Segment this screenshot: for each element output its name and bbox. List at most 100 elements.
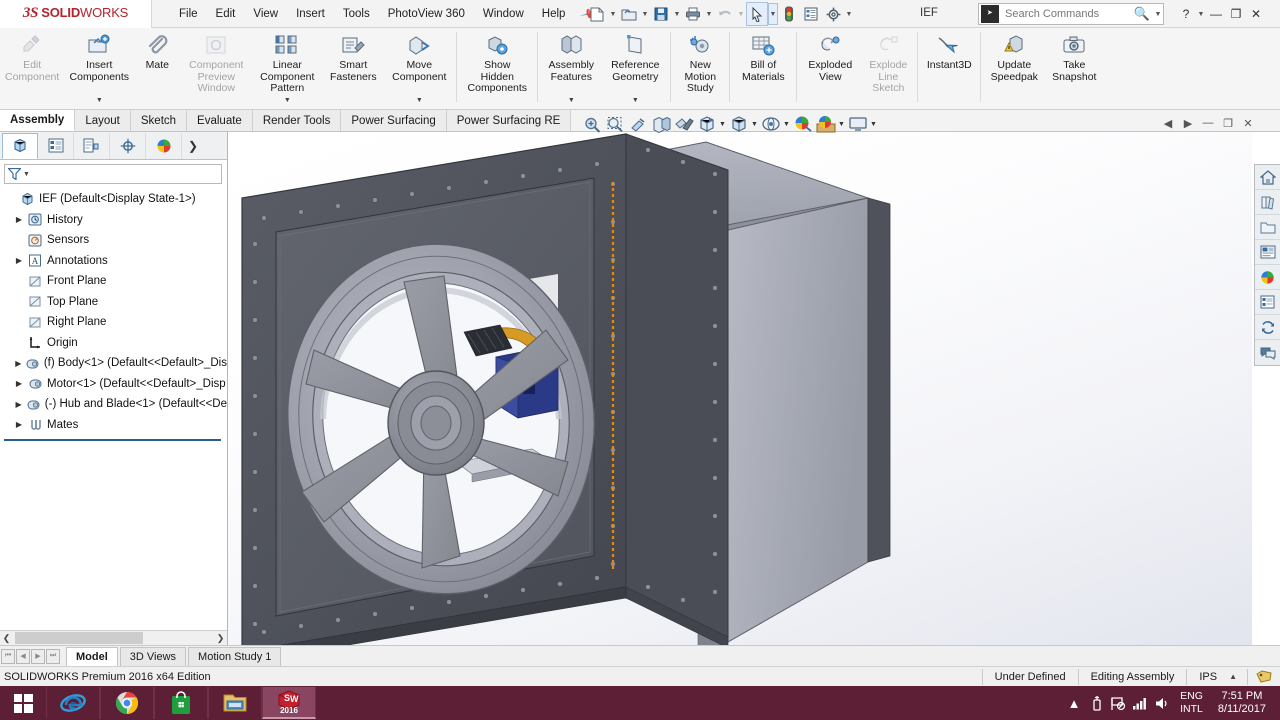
search-caret-icon[interactable]: ▼ (1153, 11, 1163, 18)
print-caret-icon[interactable]: ▼ (704, 11, 714, 18)
restore-icon[interactable]: ❐ (1218, 113, 1238, 133)
tree-item-sensors[interactable]: Sensors (2, 230, 227, 251)
usb-icon[interactable] (1085, 686, 1107, 720)
restore-icon[interactable]: ❐ (1226, 1, 1246, 27)
scroll-track[interactable] (13, 632, 214, 644)
assembly-features-caret-icon[interactable]: ▼ (568, 97, 575, 104)
component-preview-window-button[interactable]: Component Preview Window (180, 28, 252, 108)
tree-item-front-plane[interactable]: Front Plane (2, 271, 227, 292)
menu-file[interactable]: File (170, 4, 207, 24)
last-tab-button[interactable]: ⏭ (46, 648, 60, 664)
menu-help[interactable]: Help (533, 4, 575, 24)
chrome-icon[interactable] (100, 687, 154, 719)
linear-component-pattern-button[interactable]: Linear Component Pattern ▼ (252, 28, 322, 108)
insert-components-button[interactable]: Insert Components ▼ (64, 28, 134, 108)
tree-item-annotations[interactable]: ▶ A Annotations (2, 251, 227, 272)
minimize-icon[interactable]: — (1198, 113, 1218, 133)
tile-right-icon[interactable]: ▶ (1178, 113, 1198, 133)
update-speedpak-button[interactable]: Update Speedpak (983, 28, 1045, 108)
take-snapshot-button[interactable]: Take Snapshot (1045, 28, 1103, 108)
menu-window[interactable]: Window (474, 4, 533, 24)
save-caret-icon[interactable]: ▼ (672, 11, 682, 18)
view-settings-icon[interactable] (759, 113, 782, 135)
display-style-caret-icon[interactable]: ▼ (718, 121, 727, 128)
tab-power-surfacing-re[interactable]: Power Surfacing RE (446, 110, 572, 131)
new-file-icon[interactable] (586, 2, 608, 26)
reference-geometry-caret-icon[interactable]: ▼ (632, 97, 639, 104)
edit-component-button[interactable]: Edit Component (0, 28, 64, 108)
language-indicator[interactable]: ENG INTL (1173, 690, 1210, 716)
folder-icon[interactable] (1255, 215, 1280, 240)
tree-rollback-bar[interactable] (4, 439, 221, 441)
expand-toggle[interactable]: ▶ (12, 379, 26, 388)
zoom-fit-icon[interactable] (580, 113, 603, 135)
expand-toggle[interactable]: ▶ (12, 256, 26, 265)
help-caret-icon[interactable]: ▼ (1196, 11, 1206, 18)
tab-assembly[interactable]: Assembly (0, 110, 76, 131)
tree-item-history[interactable]: ▶ History (2, 210, 227, 231)
custom-properties-icon[interactable] (1255, 290, 1280, 315)
select-caret-icon[interactable]: ▼ (768, 3, 778, 25)
tab-evaluate[interactable]: Evaluate (187, 110, 253, 131)
open-folder-icon[interactable] (618, 2, 640, 26)
menu-edit[interactable]: Edit (207, 4, 245, 24)
filter-caret-icon[interactable]: ▼ (23, 171, 30, 178)
windows-start-icon[interactable] (0, 686, 46, 720)
appearance-sphere-icon[interactable] (1255, 265, 1280, 290)
expand-toggle[interactable]: ▶ (12, 215, 26, 224)
feature-tree-filter[interactable]: ▼ (4, 164, 222, 184)
search-commands-box[interactable]: ➤ Search Commands 🔍 ▼ (978, 3, 1164, 25)
undo-caret-icon[interactable]: ▼ (736, 11, 746, 18)
expand-toggle[interactable]: ▶ (12, 400, 25, 409)
apply-scene-caret-icon[interactable]: ▼ (837, 121, 846, 128)
dimxpert-target-icon[interactable] (110, 132, 146, 159)
flag-icon[interactable] (1107, 686, 1129, 720)
insert-components-caret-icon[interactable]: ▼ (96, 97, 103, 104)
search-input[interactable]: Search Commands (1005, 8, 1134, 20)
chat-bubbles-icon[interactable] (1255, 340, 1280, 365)
ie-icon[interactable]: e (46, 687, 100, 719)
assembly-features-button[interactable]: Assembly Features ▼ (540, 28, 602, 108)
tab-motion-study-1[interactable]: Motion Study 1 (188, 646, 282, 666)
design-library-books-icon[interactable] (1255, 190, 1280, 215)
gear-icon[interactable] (822, 2, 844, 26)
tree-item-origin[interactable]: Origin (2, 333, 227, 354)
help-button[interactable]: ? (1176, 1, 1196, 27)
minimize-icon[interactable]: — (1206, 1, 1226, 27)
display-style-cube-icon[interactable] (695, 113, 718, 135)
tab-render-tools[interactable]: Render Tools (252, 110, 342, 131)
linear-pattern-caret-icon[interactable]: ▼ (284, 97, 291, 104)
status-units[interactable]: IPS (1186, 668, 1229, 685)
view-orientation-icon[interactable] (672, 113, 695, 135)
menu-photoview-360[interactable]: PhotoView 360 (379, 4, 474, 24)
chevron-right-icon[interactable]: ❯ (188, 139, 198, 153)
tab-layout[interactable]: Layout (75, 110, 131, 131)
instant3d-button[interactable]: Instant3D (920, 28, 978, 108)
display-mode-caret-icon[interactable]: ▼ (869, 121, 878, 128)
units-caret-icon[interactable]: ▲ (1229, 672, 1247, 681)
tab-3d-views[interactable]: 3D Views (119, 646, 187, 666)
graphics-viewport[interactable]: Y x z (228, 132, 1252, 645)
menu-tools[interactable]: Tools (334, 4, 379, 24)
chevron-up-icon[interactable]: ▲ (1063, 686, 1085, 720)
previous-tab-button[interactable]: ◀ (16, 648, 30, 664)
previous-view-icon[interactable] (626, 113, 649, 135)
move-component-button[interactable]: Move Component ▼ (384, 28, 454, 108)
home-house-icon[interactable] (1255, 165, 1280, 190)
zoom-area-icon[interactable] (603, 113, 626, 135)
bill-of-materials-button[interactable]: Bill of Materials (732, 28, 794, 108)
sync-refresh-icon[interactable] (1255, 315, 1280, 340)
close-icon[interactable]: ✕ (1238, 113, 1258, 133)
options-caret-icon[interactable]: ▼ (844, 11, 854, 18)
save-disk-icon[interactable] (650, 2, 672, 26)
clock[interactable]: 7:51 PM 8/11/2017 (1210, 690, 1274, 716)
hide-show-cube-icon[interactable] (727, 113, 750, 135)
tree-item-right-plane[interactable]: Right Plane (2, 312, 227, 333)
sw-cube-icon[interactable]: S W 2016 (262, 687, 316, 719)
store-bag-icon[interactable] (154, 687, 208, 719)
mate-button[interactable]: Mate (134, 28, 180, 108)
expand-toggle[interactable]: ▶ (12, 359, 25, 368)
tile-left-icon[interactable]: ◀ (1158, 113, 1178, 133)
view-settings-caret-icon[interactable]: ▼ (782, 121, 791, 128)
tab-sketch[interactable]: Sketch (130, 110, 188, 131)
